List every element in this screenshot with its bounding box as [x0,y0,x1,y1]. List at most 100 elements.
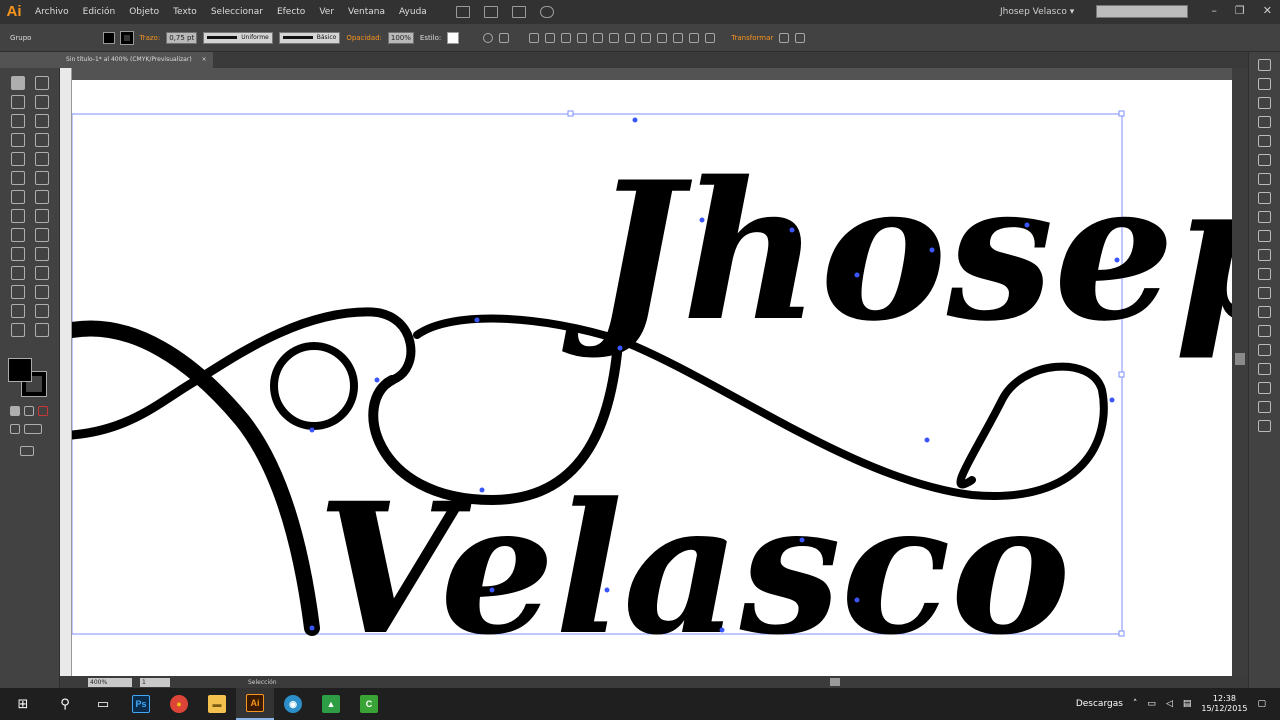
menu-objeto[interactable]: Objeto [122,0,166,24]
graphic-styles-icon[interactable] [1258,363,1271,375]
anchor-point[interactable] [924,437,930,443]
shaper-tool-icon[interactable] [11,171,25,185]
close-icon[interactable]: ✕ [1263,0,1272,22]
windows-start-icon[interactable]: ⊞ [0,688,46,720]
pen-tool-icon[interactable] [11,114,25,128]
width-tool-icon[interactable] [11,209,25,223]
draw-normal-icon[interactable] [10,424,20,434]
artwork-svg[interactable]: Jhosep Velasco [72,80,1232,676]
volume-icon[interactable]: ◁ [1166,699,1173,709]
stroke-panel-icon[interactable] [1258,135,1271,147]
align-bottom-icon[interactable] [609,32,620,43]
bbox-handle-top[interactable] [567,110,574,117]
zoom-level-field[interactable]: 400% [88,677,132,687]
downloads-toolbar-label[interactable]: Descargas [1076,699,1123,709]
anchor-point[interactable] [374,377,380,383]
rotate-tool-icon[interactable] [11,190,25,204]
slice-tool-icon[interactable] [35,304,49,318]
curvature-tool-icon[interactable] [35,114,49,128]
paragraph-icon[interactable] [1258,306,1271,318]
user-account[interactable]: Jhosep Velasco ▾ [1000,0,1074,24]
anchor-point[interactable] [699,217,705,223]
perspective-grid-tool-icon[interactable] [35,228,49,242]
blend-tool-icon[interactable] [35,266,49,280]
artboard-canvas[interactable]: Jhosep Velasco [72,80,1232,676]
distribute-right-icon[interactable] [705,32,716,43]
menu-efecto[interactable]: Efecto [270,0,312,24]
anchor-point[interactable] [789,227,795,233]
gradient-mode-icon[interactable] [24,406,34,416]
chrome-taskbar-button[interactable]: ● [160,688,198,720]
pencil-tool-icon[interactable] [35,171,49,185]
distribute-center-icon[interactable] [689,32,700,43]
brush-definition-select[interactable]: Básico [278,31,341,44]
menu-edicion[interactable]: Edición [76,0,123,24]
photoshop-taskbar-button[interactable]: Ps [122,688,160,720]
symbols-icon[interactable] [1258,154,1271,166]
anchor-point[interactable] [854,272,860,278]
menu-ventana[interactable]: Ventana [341,0,392,24]
align-center-icon[interactable] [545,32,556,43]
align-panel-icon[interactable] [1258,382,1271,394]
rectangle-tool-icon[interactable] [11,152,25,166]
fill-color-box[interactable] [8,358,32,382]
document-tab[interactable]: Sin título-1* al 400% (CMYK/Previsualiza… [60,52,213,68]
transform-panel-icon[interactable] [1258,420,1271,432]
camtasia-taskbar-button[interactable]: C [350,688,388,720]
bbox-handle-right[interactable] [1118,371,1125,378]
current-tool-status[interactable]: Selección [248,679,277,686]
align-right-icon[interactable] [561,32,572,43]
menu-texto[interactable]: Texto [166,0,204,24]
opacity-field[interactable]: 100% [387,31,414,44]
file-explorer-taskbar-button[interactable]: ▬ [198,688,236,720]
distribute-top-icon[interactable] [625,32,636,43]
menu-ver[interactable]: Ver [312,0,341,24]
pathfinder-icon[interactable] [1258,401,1271,413]
stroke-swatch[interactable] [120,30,135,45]
type-tool-icon[interactable] [11,133,25,147]
direct-selection-tool-icon[interactable] [35,76,49,90]
artwork-text-velasco[interactable]: Velasco [317,464,1071,675]
fill-swatch[interactable] [103,31,116,44]
asset-export-icon[interactable] [1258,268,1271,280]
system-clock[interactable]: 12:38 15/12/2015 [1201,694,1247,714]
help-search-input[interactable] [1096,5,1188,18]
anchor-point[interactable] [474,317,480,323]
gradient-panel-icon[interactable] [1258,173,1271,185]
distribute-left-icon[interactable] [673,32,684,43]
zoom-tool-icon[interactable] [35,323,49,337]
close-tab-icon[interactable]: × [202,52,207,68]
color-mode-icon[interactable] [10,406,20,416]
recolor-icon[interactable] [483,32,494,43]
column-graph-tool-icon[interactable] [35,285,49,299]
anchor-point[interactable] [309,625,315,631]
illustrator-taskbar-button[interactable]: Ai [236,688,274,720]
opacity-label[interactable]: Opacidad: [346,34,382,42]
anchor-point[interactable] [309,427,315,433]
arrange-documents-icon[interactable] [511,6,526,18]
artboards-icon[interactable] [1258,230,1271,242]
align-left-icon[interactable] [529,32,540,43]
stroke-profile-select[interactable]: Uniforme [203,31,273,44]
magic-wand-tool-icon[interactable] [11,95,25,109]
bbox-handle-top-right[interactable] [1118,110,1125,117]
free-transform-tool-icon[interactable] [35,209,49,223]
none-mode-icon[interactable] [38,406,48,416]
distribute-middle-icon[interactable] [641,32,652,43]
distribute-bottom-icon[interactable] [657,32,668,43]
symbol-sprayer-tool-icon[interactable] [11,285,25,299]
panel-menu-icon[interactable] [795,32,806,43]
menu-ayuda[interactable]: Ayuda [392,0,434,24]
character-icon[interactable] [1258,287,1271,299]
chevron-up-icon[interactable]: ˄ [1133,699,1138,709]
artboard-tool-icon[interactable] [11,304,25,318]
anchor-point[interactable] [854,597,860,603]
graphic-style-swatch[interactable] [447,31,460,44]
brushes-icon[interactable] [1258,116,1271,128]
transparency-icon[interactable] [1258,192,1271,204]
artwork-text-jhosep[interactable]: Jhosep [562,140,1232,363]
bbox-handle-bottom-right[interactable] [1118,630,1125,637]
anchor-point[interactable] [719,627,725,633]
green-app-taskbar-button[interactable]: ▲ [312,688,350,720]
paintbrush-tool-icon[interactable] [35,152,49,166]
